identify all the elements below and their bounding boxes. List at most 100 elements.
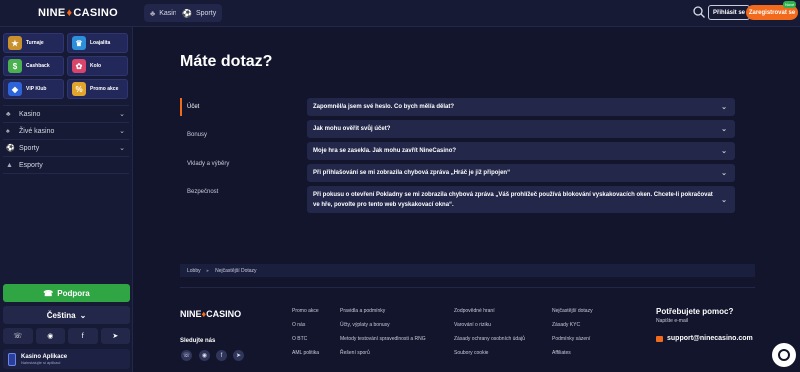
footer-link[interactable]: Pravidla a podmínky [340, 308, 426, 322]
faq-item[interactable]: Moje hra se zasekla. Jak mohu zavřít Nin… [307, 142, 735, 160]
footer-link[interactable]: Podmínky sázení [552, 336, 593, 350]
app-title: Kasino Aplikace [21, 353, 68, 360]
footer-link[interactable]: AML politika [292, 350, 319, 364]
sidebar-item-esporty[interactable]: ▲ Esporty [3, 157, 129, 174]
support-button[interactable]: ☎ Podpora [3, 284, 130, 302]
sidebar-item-label: Sporty [19, 144, 40, 152]
breadcrumb-separator-icon: ▸ [206, 267, 210, 274]
chevron-down-icon: ⌄ [79, 310, 87, 320]
whatsapp-icon[interactable]: ☏ [3, 328, 33, 344]
footer-link[interactable]: Soubory cookie [454, 350, 525, 364]
money-icon: $ [8, 59, 22, 73]
chevron-down-icon: ⌄ [119, 128, 125, 135]
mail-icon [656, 335, 663, 342]
footer-links-col2: Pravidla a podmínky Účty, výplaty a bonu… [340, 308, 426, 364]
app-download[interactable]: Kasino Aplikace Nainstalujte si aplikaci [3, 349, 130, 369]
instagram-icon[interactable]: ◉ [199, 350, 210, 361]
faq-item[interactable]: Zapomněl/a jsem své heslo. Co bych měl/a… [307, 98, 735, 116]
support-email-link[interactable]: support@ninecasino.com [656, 335, 753, 342]
chevron-down-icon: ⌄ [721, 148, 727, 155]
footer-link[interactable]: Řešení sporů [340, 350, 426, 364]
gamepad-icon: ▲ [6, 161, 13, 169]
category-bezpecnost[interactable]: Bezpečnost [187, 189, 218, 195]
promo-akce[interactable]: % Promo akce [67, 79, 128, 99]
faq-item[interactable]: Při pokusu o otevření Pokladny se mi zob… [307, 186, 735, 213]
logo-text-left: NINE [38, 7, 66, 19]
footer-logo[interactable]: NINE♦CASINO [180, 309, 241, 319]
facebook-icon[interactable]: f [216, 350, 227, 361]
tab-label: Sporty [195, 9, 217, 17]
promo-label: Loajalita [90, 40, 111, 46]
footer-link[interactable]: Zodpovědné hraní [454, 308, 525, 322]
breadcrumb-current: Nejčastější Dotazy [215, 267, 257, 274]
chevron-down-icon: ⌄ [119, 145, 125, 152]
promo-loajalita[interactable]: ♛ Loajalita [67, 33, 128, 53]
language-label: Čeština [46, 310, 76, 320]
promo-kolo[interactable]: ✿ Kolo [67, 56, 128, 76]
footer-link[interactable]: Zásady KYC [552, 322, 593, 336]
footer-link[interactable]: Nejčastější dotazy [552, 308, 593, 322]
login-button[interactable]: Přihlásit se [708, 5, 751, 20]
social-links: ☏ ◉ f ➤ [3, 328, 130, 344]
promo-label: VIP Klub [26, 86, 47, 92]
trophy-icon: ★ [8, 36, 22, 50]
sidebar-item-zive-kasino[interactable]: ♠ Živé kasino ⌄ [3, 123, 129, 140]
footer-link[interactable]: Promo akce [292, 308, 319, 322]
soccer-ball-icon: ⚽ [6, 145, 15, 152]
app-subtitle: Nainstalujte si aplikaci [21, 359, 61, 365]
sidebar-item-kasino[interactable]: ♣ Kasino ⌄ [3, 106, 129, 123]
chevron-down-icon: ⌄ [721, 170, 727, 177]
chevron-down-icon: ⌄ [721, 126, 727, 133]
footer-link[interactable]: O BTC [292, 336, 319, 350]
sidebar-item-label: Esporty [19, 161, 43, 169]
faq-item[interactable]: Jak mohu ověřit svůj účet? ⌄ [307, 120, 735, 138]
logo-text-left: NINE [180, 309, 202, 319]
crown-icon: ♛ [72, 36, 86, 50]
footer-links-col3: Zodpovědné hraní Varování o riziku Zásad… [454, 308, 525, 364]
help-title: Potřebujete pomoc? [656, 307, 734, 316]
whatsapp-icon[interactable]: ☏ [181, 350, 192, 361]
footer-link[interactable]: O nás [292, 322, 319, 336]
chevron-down-icon: ⌄ [721, 104, 727, 111]
telegram-icon[interactable]: ➤ [233, 350, 244, 361]
footer-link[interactable]: Účty, výplaty a bonusy [340, 322, 426, 336]
footer-link[interactable]: Metody testování spravedlnosti a RNG [340, 336, 426, 350]
promo-cashback[interactable]: $ Cashback [3, 56, 64, 76]
phone-icon [8, 352, 16, 366]
promo-label: Promo akce [90, 86, 119, 92]
search-icon[interactable] [692, 5, 706, 19]
sidebar: ★ Turnaje ♛ Loajalita $ Cashback ✿ Kolo … [0, 27, 133, 372]
new-badge: Nové [783, 1, 797, 8]
promo-label: Cashback [26, 63, 50, 69]
active-category-indicator [180, 98, 182, 116]
vip-icon: ◆ [8, 82, 22, 96]
faq-item[interactable]: Při přihlašování se mi zobrazila chybová… [307, 164, 735, 182]
promo-vip[interactable]: ◆ VIP Klub [3, 79, 64, 99]
sidebar-item-sporty[interactable]: ⚽ Sporty ⌄ [3, 140, 129, 157]
breadcrumb-lobby[interactable]: Lobby [187, 268, 201, 274]
facebook-icon[interactable]: f [68, 328, 98, 344]
footer-link[interactable]: Varování o riziku [454, 322, 525, 336]
language-selector[interactable]: Čeština ⌄ [3, 306, 130, 324]
footer-link[interactable]: Affiliates [552, 350, 593, 364]
category-bonusy[interactable]: Bonusy [187, 132, 207, 138]
live-icon: ♠ [6, 127, 10, 135]
page-title: Máte dotaz? [180, 53, 273, 70]
logo[interactable]: NINE ♦ CASINO [38, 7, 118, 19]
top-bar: NINE ♦ CASINO ♣ Kasino ⚽ Sporty Přihlási… [0, 0, 800, 27]
chat-support-button[interactable] [772, 343, 796, 367]
tab-sporty[interactable]: ⚽ Sporty [176, 4, 223, 22]
promo-turnaje[interactable]: ★ Turnaje [3, 33, 64, 53]
footer-link[interactable]: Zásady ochrany osobních údajů [454, 336, 525, 350]
category-ucet[interactable]: Účet [187, 104, 199, 110]
sidebar-item-label: Kasino [19, 110, 41, 118]
headset-icon [778, 349, 790, 361]
promo-label: Turnaje [26, 40, 44, 46]
telegram-icon[interactable]: ➤ [100, 328, 130, 344]
sidebar-nav: ♣ Kasino ⌄ ♠ Živé kasino ⌄ ⚽ Sporty ⌄ ▲ … [3, 105, 129, 174]
headset-icon: ☎ [43, 288, 54, 298]
instagram-icon[interactable]: ◉ [35, 328, 65, 344]
category-vklady[interactable]: Vklady a výběry [187, 161, 229, 167]
chevron-down-icon: ⌄ [119, 111, 125, 118]
support-email: support@ninecasino.com [667, 335, 753, 342]
